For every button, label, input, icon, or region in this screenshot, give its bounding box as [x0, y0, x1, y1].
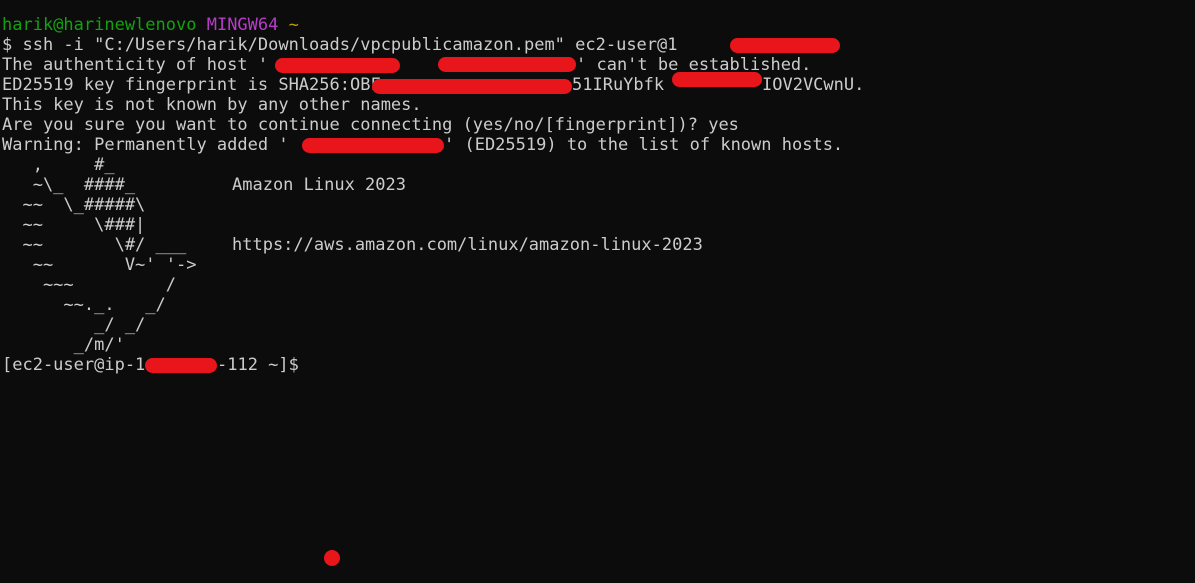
redaction-mark	[275, 58, 400, 73]
redaction-mark	[730, 38, 840, 53]
banner-row: ~~ V~' '->	[2, 255, 1192, 275]
banner-row: ~~ \#/ ___ https://aws.amazon.com/linux/a…	[2, 235, 1192, 255]
amazon-linux-logo-art: ~~ \###|	[2, 215, 146, 235]
banner-row: ~~._. _/	[2, 295, 1192, 315]
banner-url: https://aws.amazon.com/linux/amazon-linu…	[232, 235, 703, 255]
terminal-output: harik@harinewlenovo MINGW64 ~ $ ssh -i "…	[2, 15, 1192, 575]
fingerprint-line: ED25519 key fingerprint is SHA256:OBF 51I…	[2, 72, 1192, 95]
banner-title: Amazon Linux 2023	[232, 175, 406, 195]
red-dot-mark	[324, 550, 340, 566]
amazon-linux-logo-art: ~~~ /	[2, 275, 176, 295]
prompt-shell: MINGW64	[206, 15, 279, 35]
authenticity-line: The authenticity of host ' ' can't be est…	[2, 55, 1192, 75]
local-prompt: harik@harinewlenovo MINGW64 ~	[2, 15, 1192, 35]
banner-row: _/ _/	[2, 315, 1192, 335]
confirm-line: Are you sure you want to continue connec…	[2, 115, 739, 135]
warning-line: Warning: Permanently added ' ' (ED25519) …	[2, 135, 1192, 155]
redaction-mark	[372, 79, 572, 94]
redaction-mark	[302, 138, 444, 153]
banner-row: ~\_ ####_ Amazon Linux 2023	[2, 175, 1192, 195]
prompt-cwd: ~	[288, 15, 299, 35]
remote-prompt-prefix: [ec2-user@ip-1	[2, 355, 146, 375]
amazon-linux-logo-art: ~~ V~' '->	[2, 255, 197, 275]
ssh-command-text: $ ssh -i "C:/Users/harik/Downloads/vpcpu…	[2, 35, 678, 55]
redaction-mark	[672, 72, 762, 87]
authenticity-text: The authenticity of host '	[2, 55, 269, 75]
amazon-linux-logo-art: _/m/'	[2, 335, 125, 355]
amazon-linux-logo-art: ~\_ ####_	[2, 175, 136, 195]
fingerprint-tail: IOV2VCwnU.	[762, 75, 865, 95]
amazon-linux-logo-art: , #_	[2, 155, 115, 175]
banner-row: ~~ \_#####\	[2, 195, 1192, 215]
banner-row: ~~~ /	[2, 275, 1192, 295]
terminal-window[interactable]: { "prompt": { "user_host": "harik@harine…	[0, 0, 1195, 583]
amazon-linux-logo-art: ~~ \_#####\	[2, 195, 146, 215]
warning-text: Warning: Permanently added '	[2, 135, 289, 155]
fingerprint-mid: 51IRuYbfk	[572, 75, 665, 95]
banner-row: ~~ \###|	[2, 215, 1192, 235]
banner-row: , #_	[2, 155, 1192, 175]
redaction-mark	[145, 358, 217, 373]
remote-prompt[interactable]: [ec2-user@ip-1 -112 ~]$	[2, 355, 1192, 375]
amazon-linux-logo-art: ~~ \#/ ___	[2, 235, 187, 255]
redaction-mark	[438, 57, 576, 72]
amazon-linux-logo-art: _/ _/	[2, 315, 146, 335]
key-unknown-line: This key is not known by any other names…	[2, 95, 422, 115]
fingerprint-text: ED25519 key fingerprint is SHA256:OBF	[2, 75, 381, 95]
amazon-linux-logo-art: ~~._. _/	[2, 295, 166, 315]
remote-prompt-suffix: -112 ~]$	[217, 355, 299, 375]
warning-tail: ' (ED25519) to the list of known hosts.	[444, 135, 844, 155]
banner-row: _/m/'	[2, 335, 1192, 355]
prompt-user-host: harik@harinewlenovo	[2, 15, 197, 35]
ssh-command-line: $ ssh -i "C:/Users/harik/Downloads/vpcpu…	[2, 35, 1192, 55]
